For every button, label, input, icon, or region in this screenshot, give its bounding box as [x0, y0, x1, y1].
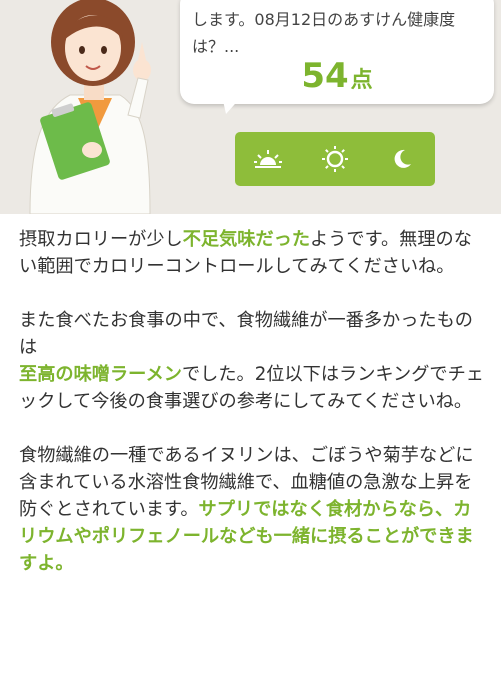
bubble-message: します。08月12日のあすけん健康度 は？...	[192, 10, 456, 56]
score-value: 54	[301, 56, 349, 96]
top-fiber-food-highlight: 至高の味噌ラーメン	[19, 364, 182, 385]
calorie-advice-text-1: 摂取カロリーが少し	[19, 229, 183, 250]
calorie-advice-paragraph: 摂取カロリーが少し不足気味だったようです。無理のない範囲でカロリーコントロールし…	[19, 226, 489, 280]
fiber-ranking-text-1: また食べたお食事の中で、食物繊維が一番多かったものは	[19, 310, 473, 358]
sunrise-icon[interactable]	[251, 142, 285, 176]
moon-icon[interactable]	[385, 142, 419, 176]
fiber-ranking-paragraph: また食べたお食事の中で、食物繊維が一番多かったものは 至高の味噌ラーメンでした。2…	[19, 307, 489, 415]
advice-header: します。08月12日のあすけん健康度 は？... 54点	[0, 0, 501, 214]
advisor-character-illustration	[29, 0, 151, 214]
speech-bubble-tail	[222, 96, 242, 114]
meal-time-selector	[235, 132, 435, 186]
sun-icon[interactable]	[318, 142, 352, 176]
inulin-info-paragraph: 食物繊維の一種であるイヌリンは、ごぼうや菊芋などに含まれている水溶性食物繊維で、…	[19, 442, 489, 577]
health-score: 54点	[180, 56, 494, 96]
advice-content: 摂取カロリーが少し不足気味だったようです。無理のない範囲でカロリーコントロールし…	[19, 226, 489, 604]
score-unit: 点	[350, 68, 373, 93]
calorie-status-highlight: 不足気味だった	[182, 229, 311, 250]
